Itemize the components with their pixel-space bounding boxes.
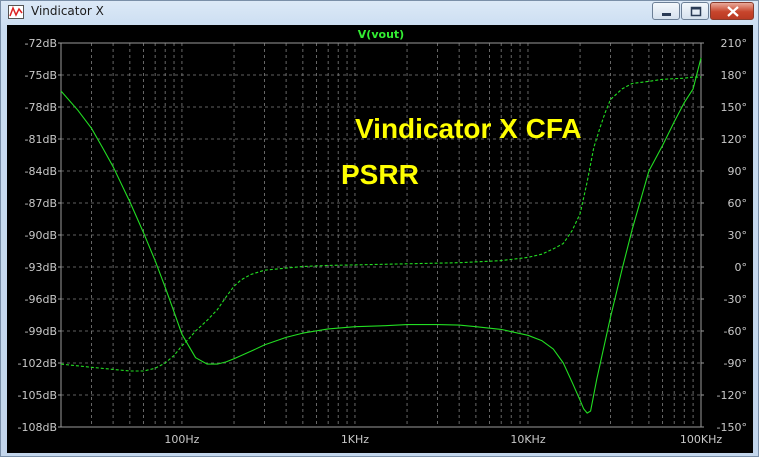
chart-title: V(vout) (358, 28, 404, 41)
y-right-tick-label: 180° (721, 69, 748, 82)
y-right-tick-label: 90° (728, 165, 748, 178)
y-right-tick-label: 120° (721, 133, 748, 146)
y-right-tick-label: -60° (724, 325, 747, 338)
y-right-tick-label: 60° (728, 197, 748, 210)
x-tick-label: 100KHz (680, 433, 722, 446)
y-left-tick-label: -99dB (25, 325, 58, 338)
maximize-icon (690, 6, 702, 17)
window-title: Vindicator X (31, 4, 104, 18)
y-left-tick-label: -81dB (25, 133, 58, 146)
x-tick-label: 10KHz (510, 433, 545, 446)
annotation-psrr: PSRR (341, 159, 419, 190)
y-right-tick-label: -30° (724, 293, 747, 306)
magnitude-trace (60, 57, 702, 414)
close-button[interactable] (710, 2, 754, 20)
y-left-tick-label: -84dB (25, 165, 58, 178)
y-right-tick-label: 210° (721, 37, 748, 50)
app-window: Vindicator X V(vout) -72dB -75dB -78dB -81d… (0, 0, 759, 457)
waveform-app-icon (8, 5, 24, 19)
y-left-tick-label: -96dB (25, 293, 58, 306)
x-tick-label: 100Hz (164, 433, 199, 446)
y-left-tick-label: -75dB (25, 69, 58, 82)
y-left-tick-label: -90dB (25, 229, 58, 242)
title-bar[interactable]: Vindicator X (1, 1, 758, 23)
y-right-tick-label: 150° (721, 101, 748, 114)
y-left-tick-label: -105dB (18, 389, 58, 402)
close-icon (727, 6, 739, 17)
y-right-tick-label: -90° (724, 357, 747, 370)
minimize-icon (662, 13, 671, 16)
y-left-tick-label: -102dB (18, 357, 58, 370)
annotation-title: Vindicator X CFA (355, 113, 582, 144)
y-left-tick-label: -108dB (18, 421, 58, 434)
y-right-tick-label: 30° (728, 229, 748, 242)
maximize-button[interactable] (681, 2, 709, 20)
minimize-button[interactable] (652, 2, 680, 20)
y-left-tick-label: -78dB (25, 101, 58, 114)
x-tick-label: 1KHz (341, 433, 369, 446)
y-right-tick-label: -120° (717, 389, 747, 402)
y-left-tick-label: -87dB (25, 197, 58, 210)
y-left-tick-label: -93dB (25, 261, 58, 274)
plot-area[interactable]: V(vout) -72dB -75dB -78dB -81dB -84dB -87dB -9… (7, 25, 753, 453)
y-right-tick-label: 0° (735, 261, 748, 274)
grid (61, 43, 701, 427)
bode-plot: V(vout) -72dB -75dB -78dB -81dB -84dB -87dB -9… (18, 28, 748, 446)
y-left-tick-label: -72dB (25, 37, 58, 50)
